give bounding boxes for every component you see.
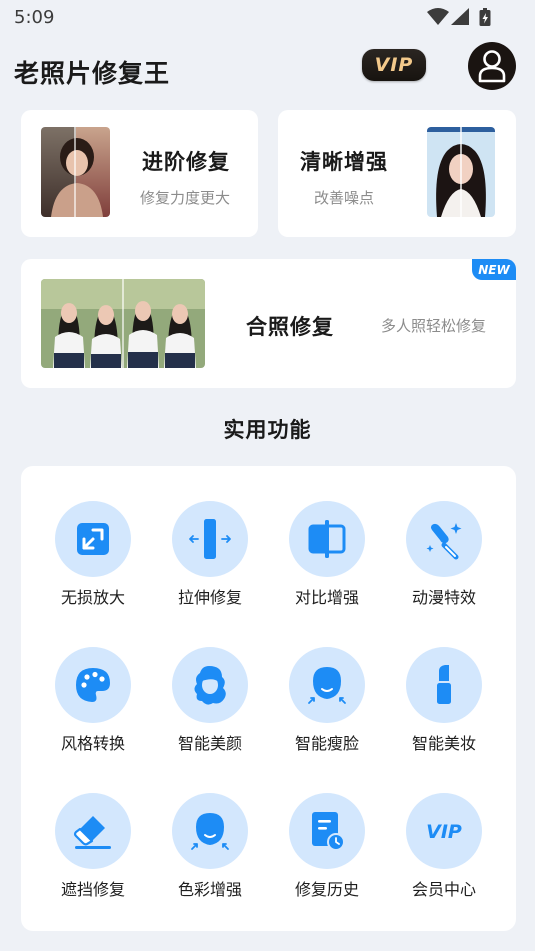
tool-smart-beauty[interactable]: 智能美颜 bbox=[160, 647, 260, 767]
tool-label: 会员中心 bbox=[411, 880, 476, 899]
group-photo-thumbnail bbox=[41, 279, 205, 368]
tool-label: 智能美颜 bbox=[177, 734, 242, 753]
tool-style-transfer[interactable]: 风格转换 bbox=[43, 647, 143, 767]
advanced-repair-card[interactable]: 进阶修复 修复力度更大 bbox=[21, 110, 258, 237]
tool-color-enhance[interactable]: 色彩增强 bbox=[160, 793, 260, 913]
palette-icon bbox=[76, 668, 110, 702]
tool-label: 风格转换 bbox=[60, 734, 125, 753]
tool-icon-circle bbox=[172, 501, 248, 577]
enlarge-icon bbox=[77, 523, 109, 555]
tool-icon-circle bbox=[172, 647, 248, 723]
tool-smart-makeup[interactable]: 智能美妆 bbox=[394, 647, 494, 767]
tool-label: 智能美妆 bbox=[411, 734, 476, 753]
tool-icon-circle: VIP bbox=[406, 793, 482, 869]
tool-contrast-enhance[interactable]: 对比增强 bbox=[277, 501, 377, 621]
advanced-repair-title: 进阶修复 bbox=[142, 150, 230, 174]
tool-label: 修复历史 bbox=[294, 880, 359, 899]
group-photo-subtitle: 多人照轻松修复 bbox=[381, 317, 487, 335]
vip-icon: VIP bbox=[426, 821, 462, 843]
tool-label: 对比增强 bbox=[294, 588, 359, 607]
user-icon bbox=[478, 50, 506, 83]
tool-repair-history[interactable]: 修复历史 bbox=[277, 793, 377, 913]
tool-icon-circle bbox=[289, 501, 365, 577]
clarity-enhance-card[interactable]: 清晰增强 改善噪点 bbox=[278, 110, 516, 237]
tool-icon-circle bbox=[55, 793, 131, 869]
advanced-repair-subtitle: 修复力度更大 bbox=[140, 189, 231, 207]
new-badge: NEW bbox=[472, 259, 516, 280]
tool-anime-effect[interactable]: 动漫特效 bbox=[394, 501, 494, 621]
tool-label: 遮挡修复 bbox=[60, 880, 125, 899]
profile-avatar-button[interactable] bbox=[468, 42, 516, 90]
wifi-icon bbox=[427, 8, 449, 25]
tool-label: 动漫特效 bbox=[411, 588, 476, 607]
tool-icon-circle bbox=[406, 647, 482, 723]
slim-face-icon bbox=[308, 667, 346, 704]
clarity-enhance-title: 清晰增强 bbox=[300, 150, 388, 174]
tool-member-center[interactable]: VIP 会员中心 bbox=[394, 793, 494, 913]
app-title: 老照片修复王 bbox=[14, 59, 171, 88]
cellular-icon bbox=[451, 8, 469, 25]
tools-grid: 无损放大 拉伸修复 对比增强 动漫特效 风格转换 智能美颜 智能瘦脸 智能美妆 … bbox=[21, 466, 516, 931]
tool-icon-circle bbox=[289, 647, 365, 723]
status-icons bbox=[427, 8, 491, 26]
app-header: 老照片修复王 VIP bbox=[0, 36, 535, 108]
tool-label: 拉伸修复 bbox=[177, 588, 242, 607]
tool-label: 无损放大 bbox=[60, 588, 125, 607]
tool-label: 色彩增强 bbox=[177, 880, 242, 899]
battery-icon bbox=[479, 8, 491, 26]
tool-stretch-repair[interactable]: 拉伸修复 bbox=[160, 501, 260, 621]
tool-icon-circle bbox=[172, 793, 248, 869]
clarity-enhance-thumbnail bbox=[427, 127, 495, 217]
color-face-icon bbox=[191, 813, 229, 850]
tool-slim-face[interactable]: 智能瘦脸 bbox=[277, 647, 377, 767]
status-bar: 5:09 bbox=[0, 0, 535, 36]
stretch-icon bbox=[189, 519, 231, 559]
advanced-repair-thumbnail bbox=[41, 127, 110, 217]
group-photo-title: 合照修复 bbox=[246, 315, 334, 339]
tool-lossless-enlarge[interactable]: 无损放大 bbox=[43, 501, 143, 621]
vip-label: VIP bbox=[374, 54, 414, 76]
eraser-icon bbox=[73, 816, 111, 849]
status-time: 5:09 bbox=[14, 7, 55, 28]
contrast-icon bbox=[308, 520, 346, 558]
magic-wand-icon bbox=[426, 523, 462, 560]
lipstick-icon bbox=[437, 665, 451, 704]
svg-text:VIP: VIP bbox=[426, 821, 462, 843]
tool-icon-circle bbox=[289, 793, 365, 869]
tool-icon-circle bbox=[406, 501, 482, 577]
history-icon bbox=[312, 812, 345, 851]
tool-icon-circle bbox=[55, 501, 131, 577]
hair-beauty-icon bbox=[194, 666, 226, 705]
group-photo-repair-card[interactable]: 合照修复 多人照轻松修复 NEW bbox=[21, 259, 516, 388]
clarity-enhance-subtitle: 改善噪点 bbox=[314, 189, 375, 207]
tool-icon-circle bbox=[55, 647, 131, 723]
section-title: 实用功能 bbox=[223, 418, 312, 442]
tool-label: 智能瘦脸 bbox=[294, 734, 359, 753]
vip-button[interactable]: VIP bbox=[362, 49, 426, 81]
tool-occlusion-repair[interactable]: 遮挡修复 bbox=[43, 793, 143, 913]
